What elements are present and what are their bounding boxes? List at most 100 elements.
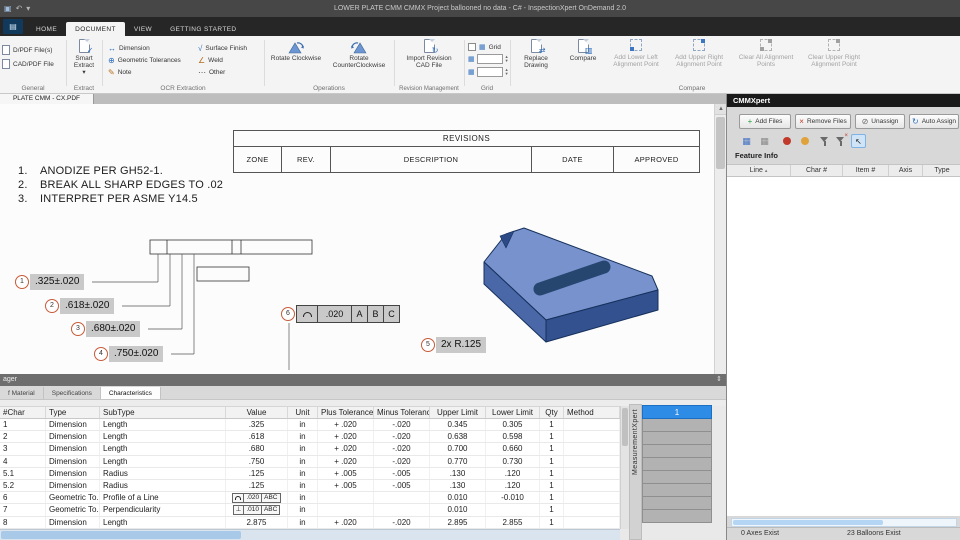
table-horizontal-scrollbar[interactable]	[0, 529, 620, 540]
add-files-button[interactable]: + Add Files	[739, 114, 791, 129]
unassign-button[interactable]: ⊘ Unassign	[855, 114, 905, 129]
drawing-canvas[interactable]: 1. ANODIZE PER GH52-1. 2. BREAK ALL SHAR…	[0, 104, 714, 374]
table-row[interactable]: 2 Dimension Length .618 in + .020 -.020 0.638 0.…	[0, 431, 620, 444]
side-tab-measurementxpert[interactable]: MeasurementXpert	[629, 404, 642, 540]
matrix-cell[interactable]	[642, 510, 712, 523]
table-row[interactable]: 3 Dimension Length .680 in + .020 -.020 0.700 0.…	[0, 443, 620, 456]
import-pdf-files-button[interactable]: D/PDF File(s)	[2, 44, 52, 56]
ocr-dimension-button[interactable]: ↔ Dimension	[108, 42, 150, 54]
matrix-cell[interactable]	[642, 432, 712, 445]
ocr-geometric-tolerances-button[interactable]: ⊕ Geometric Tolerances	[108, 54, 181, 66]
balloon-5[interactable]: 5	[421, 338, 435, 352]
clear-upper-right-alignment-point-button[interactable]: Clear Upper Right Alignment Point	[802, 39, 866, 83]
rotate-counterclockwise-button[interactable]: Rotate CounterClockwise	[330, 39, 388, 83]
clear-filter-icon[interactable]: ×	[833, 133, 848, 148]
scrollbar-thumb[interactable]	[716, 117, 725, 169]
col-header-type[interactable]: Type	[46, 407, 100, 418]
col-header-upper-limit[interactable]: Upper Limit	[430, 407, 486, 418]
grid-toggle-checkbox[interactable]: ▦ Grid	[468, 41, 501, 53]
tab-document[interactable]: DOCUMENT	[66, 22, 125, 36]
col-header-item-number[interactable]: Item #	[843, 165, 889, 176]
replace-drawing-button[interactable]: ⇄ Replace Drawing	[514, 39, 558, 83]
matrix-cell[interactable]	[642, 497, 712, 510]
col-header-type[interactable]: Type	[923, 165, 960, 176]
grid-rows-stepper[interactable]: ▦ ▲ ▼	[468, 67, 509, 77]
feature-info-body[interactable]	[727, 177, 960, 516]
balloon-6[interactable]: 6	[281, 307, 295, 321]
tab-bill-of-material[interactable]: f Material	[0, 387, 44, 399]
scrollbar-thumb[interactable]	[733, 520, 883, 525]
ocr-other-button[interactable]: ⋯ Other	[198, 66, 225, 78]
red-balloon-icon[interactable]	[779, 134, 794, 148]
scrollbar-thumb[interactable]	[1, 531, 241, 539]
feature-control-frame[interactable]: .020 A B C	[296, 305, 400, 323]
feature-info-horizontal-scrollbar[interactable]	[731, 518, 957, 527]
amber-balloon-icon[interactable]	[797, 134, 812, 148]
col-header-line[interactable]: Line ▴	[727, 165, 791, 176]
tab-home[interactable]: HOME	[27, 22, 66, 36]
tab-specifications[interactable]: Specifications	[44, 387, 101, 399]
table-row[interactable]: 5.2 Dimension Radius .125 in + .005 -.005.130.…	[0, 479, 620, 493]
pin-panel-icon[interactable]: ⇕	[716, 374, 722, 386]
canvas-vertical-scrollbar[interactable]: ▲	[714, 104, 727, 374]
col-header-subtype[interactable]: SubType	[100, 407, 226, 418]
table-row[interactable]: 8 Dimension Length 2.875 in + .020 -.020 2.895 2…	[0, 516, 620, 529]
col-header-qty[interactable]: Qty	[540, 407, 564, 418]
add-upper-right-alignment-point-button[interactable]: Add Upper Right Alignment Point	[670, 39, 728, 83]
balloon-2[interactable]: 2	[45, 299, 59, 313]
feature-grid-icon[interactable]: ▦	[757, 134, 772, 148]
save-icon[interactable]: ▣	[4, 4, 12, 14]
compare-button[interactable]: ▥ Compare	[564, 39, 602, 83]
balloon-1[interactable]: 1	[15, 275, 29, 289]
file-menu-icon[interactable]: ▤	[3, 19, 23, 34]
import-cad-pdf-file-button[interactable]: CAD/PDF File	[2, 58, 54, 70]
table-row[interactable]: 4 Dimension Length .750 in + .020 -.020 0.770 0.…	[0, 455, 620, 468]
add-lower-left-alignment-point-button[interactable]: Add Lower Left Alignment Point	[608, 39, 664, 83]
dimension-label-2[interactable]: .618±.020	[60, 298, 115, 314]
ocr-surface-finish-button[interactable]: √ Surface Finish	[198, 42, 247, 54]
matrix-cell[interactable]	[642, 445, 712, 458]
col-header-minus-tolerance[interactable]: Minus Tolerance	[374, 407, 430, 418]
grid-columns-stepper[interactable]: ▦ ▲ ▼	[468, 54, 509, 64]
clear-all-alignment-points-button[interactable]: Clear All Alignment Points	[738, 39, 794, 83]
matrix-cell[interactable]	[642, 458, 712, 471]
auto-assign-button[interactable]: ↻ Auto Assign	[909, 114, 959, 129]
panel-header-bar[interactable]: ager ⇕	[0, 374, 726, 386]
col-header-plus-tolerance[interactable]: Plus Tolerance	[318, 407, 374, 418]
table-row[interactable]: 5.1 Dimension Radius .125 in + .005 -.005.130.…	[0, 467, 620, 480]
matrix-cell[interactable]	[642, 419, 712, 432]
col-header-char-number[interactable]: Char #	[791, 165, 843, 176]
import-revision-cad-file-button[interactable]: ↻ Import Revision CAD File	[403, 39, 455, 83]
col-header-char[interactable]: #Char	[0, 407, 46, 418]
col-header-value[interactable]: Value	[226, 407, 288, 418]
balloon-4[interactable]: 4	[94, 347, 108, 361]
tab-view[interactable]: VIEW	[125, 22, 161, 36]
dimension-label-5[interactable]: 2x R.125	[436, 337, 487, 353]
dimension-label-4[interactable]: .750±.020	[109, 346, 164, 362]
matrix-cell[interactable]	[642, 471, 712, 484]
quick-access-dropdown-icon[interactable]: ▾	[26, 4, 30, 14]
tab-getting-started[interactable]: GETTING STARTED	[161, 22, 245, 36]
smart-extract-button[interactable]: ✓ Smart Extract ▾	[68, 39, 100, 83]
assign-grid-icon[interactable]: ▦	[739, 134, 754, 148]
rotate-clockwise-button[interactable]: Rotate Clockwise	[270, 39, 322, 83]
matrix-cell[interactable]	[642, 484, 712, 497]
select-cursor-icon[interactable]: ↖	[851, 134, 866, 148]
table-row[interactable]: 6 Geometric To... Profile of a Line .020 ABC…	[0, 492, 620, 505]
col-header-axis[interactable]: Axis	[889, 165, 923, 176]
scrollbar-thumb[interactable]	[622, 408, 628, 446]
table-row[interactable]: 7 Geometric To... Perpendicularity ⊥ .010 ABC…	[0, 504, 620, 517]
matrix-header-cell[interactable]: 1	[642, 405, 712, 419]
col-header-lower-limit[interactable]: Lower Limit	[486, 407, 540, 418]
remove-files-button[interactable]: × Remove Files	[795, 114, 851, 129]
stepper-arrows-icon[interactable]: ▲ ▼	[505, 55, 509, 63]
balloon-3[interactable]: 3	[71, 322, 85, 336]
dimension-label-3[interactable]: .680±.020	[86, 321, 141, 337]
table-row[interactable]: 1 Dimension Length .325 in + .020 -.020 0.345 0.…	[0, 419, 620, 432]
document-tab[interactable]: PLATE CMM - CX.PDF	[0, 94, 94, 104]
table-vertical-scrollbar[interactable]	[620, 406, 629, 529]
ocr-note-button[interactable]: ✎ Note	[108, 66, 131, 78]
col-header-unit[interactable]: Unit	[288, 407, 318, 418]
col-header-method[interactable]: Method	[564, 407, 620, 418]
stepper-arrows-icon[interactable]: ▲ ▼	[505, 68, 509, 76]
